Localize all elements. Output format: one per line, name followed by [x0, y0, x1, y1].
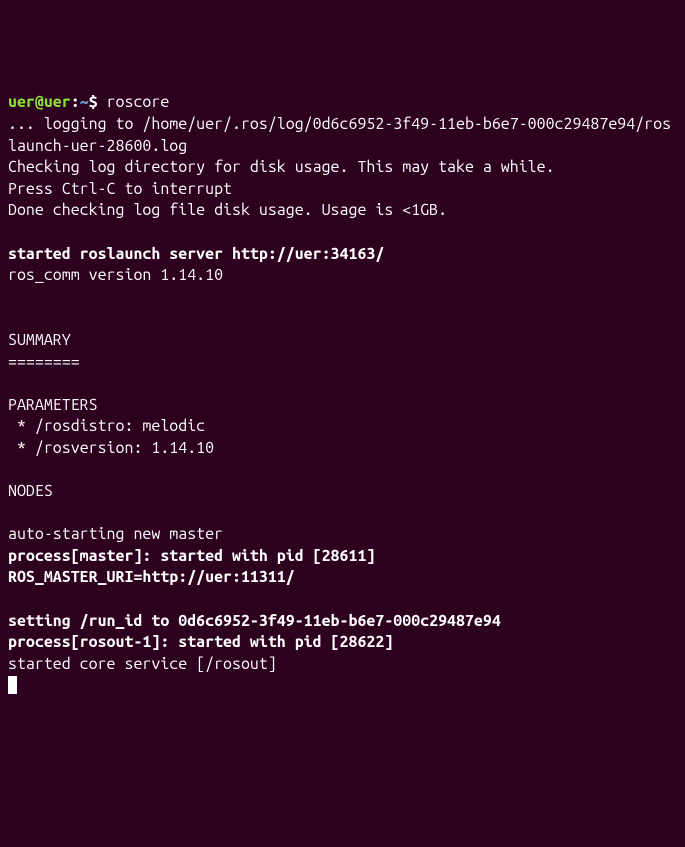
terminal-window[interactable]: uer@uer:~$ roscore ... logging to /home/… — [8, 92, 677, 739]
output-line: Done checking log file disk usage. Usage… — [8, 201, 447, 219]
prompt-user-host: uer@uer — [8, 93, 71, 111]
output-line: Checking log directory for disk usage. T… — [8, 158, 555, 176]
output-line: ros_comm version 1.14.10 — [8, 266, 223, 284]
output-line-bold: process[rosout-1]: started with pid [286… — [8, 633, 393, 651]
output-line-bold: started roslaunch server http://uer:3416… — [8, 245, 384, 263]
output-parameters-header: PARAMETERS — [8, 396, 98, 414]
output-parameter-item: * /rosversion: 1.14.10 — [8, 439, 214, 457]
terminal-cursor — [8, 676, 17, 694]
output-line-bold: setting /run_id to 0d6c6952-3f49-11eb-b6… — [8, 612, 501, 630]
output-line: auto-starting new master — [8, 525, 223, 543]
output-line-bold: ROS_MASTER_URI=http://uer:11311/ — [8, 568, 295, 586]
output-line: ... logging to /home/uer/.ros/log/0d6c69… — [8, 115, 671, 155]
output-line-bold: process[master]: started with pid [28611… — [8, 547, 375, 565]
output-summary-divider: ======== — [8, 353, 80, 371]
prompt-separator: : — [71, 93, 80, 111]
prompt-path: ~ — [80, 93, 89, 111]
output-line: Press Ctrl-C to interrupt — [8, 180, 232, 198]
prompt-dollar: $ — [89, 93, 107, 111]
output-line: started core service [/rosout] — [8, 655, 277, 673]
command-input: roscore — [107, 93, 170, 111]
output-summary-header: SUMMARY — [8, 331, 71, 349]
output-nodes-header: NODES — [8, 482, 53, 500]
output-parameter-item: * /rosdistro: melodic — [8, 417, 205, 435]
